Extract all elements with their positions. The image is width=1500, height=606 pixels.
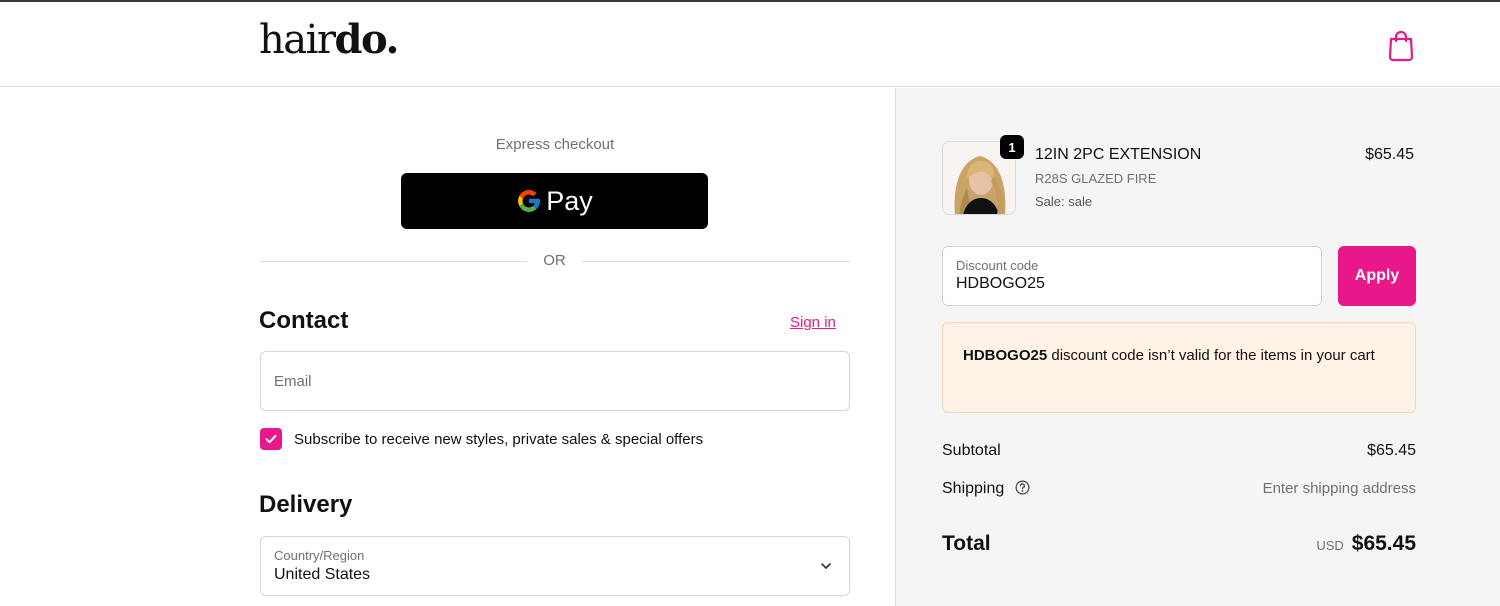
shipping-value: Enter shipping address bbox=[1262, 480, 1416, 497]
express-checkout-label: Express checkout bbox=[495, 136, 615, 153]
google-g-icon bbox=[518, 190, 541, 212]
product-name: 12IN 2PC EXTENSION bbox=[1035, 146, 1202, 163]
subtotal-label: Subtotal bbox=[942, 442, 1001, 459]
quantity-badge: 1 bbox=[1000, 135, 1024, 159]
contact-heading: Contact bbox=[259, 307, 349, 334]
subtotal-row: Subtotal $65.45 bbox=[942, 442, 1416, 460]
country-value: United States bbox=[274, 566, 371, 583]
total-label: Total bbox=[942, 532, 991, 555]
subtotal-value: $65.45 bbox=[1367, 442, 1416, 459]
discount-code-input[interactable] bbox=[956, 275, 1306, 293]
hairdo-logo[interactable]: hairdo. bbox=[259, 17, 399, 63]
country-label: Country/Region bbox=[274, 548, 365, 563]
total-value: $65.45 bbox=[1351, 532, 1416, 555]
divider-line-left bbox=[260, 261, 527, 262]
total-amount: USD $65.45 bbox=[1316, 532, 1416, 556]
order-summary: 1 12IN 2PC EXTENSION R28S GLAZED FIRE Sa… bbox=[895, 88, 1500, 606]
logo-text-light: hair bbox=[259, 17, 336, 63]
checkmark-icon bbox=[265, 434, 277, 444]
shipping-label: Shipping bbox=[942, 480, 1005, 497]
shopping-bag-icon[interactable] bbox=[1385, 28, 1417, 62]
product-variant: R28S GLAZED FIRE bbox=[1035, 171, 1157, 186]
discount-error-alert: HDBOGO25 discount code isn’t valid for t… bbox=[942, 322, 1416, 413]
sign-in-link[interactable]: Sign in bbox=[790, 314, 836, 331]
or-divider: OR bbox=[260, 252, 850, 272]
total-row: Total USD $65.45 bbox=[942, 532, 1416, 556]
gpay-label: Pay bbox=[546, 185, 593, 216]
product-sale-tag: Sale: sale bbox=[1035, 194, 1093, 209]
divider-line-right bbox=[582, 261, 850, 262]
subscribe-option[interactable]: Subscribe to receive new styles, private… bbox=[260, 428, 703, 450]
email-input[interactable] bbox=[261, 352, 849, 410]
country-select[interactable]: Country/Region United States bbox=[260, 536, 850, 596]
logo-text-bold: do. bbox=[334, 16, 400, 63]
subscribe-checkbox[interactable] bbox=[260, 428, 282, 450]
email-field[interactable] bbox=[260, 351, 850, 411]
discount-code-field[interactable]: Discount code bbox=[942, 246, 1322, 306]
delivery-heading: Delivery bbox=[259, 491, 353, 518]
alert-message: discount code isn’t valid for the items … bbox=[1047, 347, 1375, 364]
apply-discount-button[interactable]: Apply bbox=[1338, 246, 1416, 306]
site-header: hairdo. bbox=[0, 2, 1500, 87]
product-price: $65.45 bbox=[1365, 146, 1414, 163]
or-text: OR bbox=[543, 252, 566, 269]
shipping-row: Shipping Enter shipping address bbox=[942, 480, 1416, 498]
total-currency: USD bbox=[1316, 538, 1344, 553]
help-circle-icon[interactable] bbox=[1015, 480, 1030, 495]
discount-code-label: Discount code bbox=[956, 258, 1039, 273]
alert-code: HDBOGO25 bbox=[963, 347, 1048, 364]
google-pay-button[interactable]: Pay bbox=[401, 173, 708, 229]
chevron-down-icon bbox=[821, 563, 831, 569]
checkout-main: Express checkout Pay OR Contact Sign in … bbox=[0, 88, 895, 606]
subscribe-label: Subscribe to receive new styles, private… bbox=[294, 430, 704, 448]
